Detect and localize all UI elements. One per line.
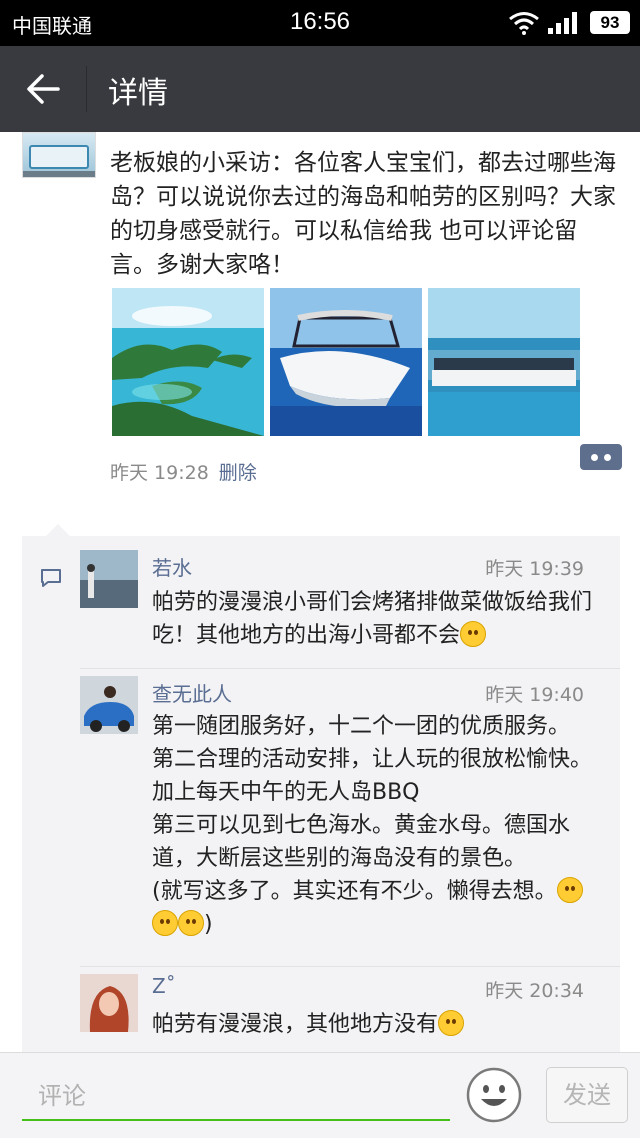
comment-text-content: 帕劳的漫漫浪小哥们会烤猪排做菜做饭给我们吃！其他地方的出海小哥都不会 [152,590,593,648]
post-time: 昨天 19:28 [110,462,209,484]
comment-line: 第二合理的活动安排，让人玩的很放松愉快。加上每天中午的无人岛BBQ [152,747,593,805]
comment-text: 第一随团服务好，十二个一团的优质服务。 第二合理的活动安排，让人玩的很放松愉快。… [152,710,592,941]
emoji-icon [438,1010,465,1036]
more-dot [591,454,598,461]
send-button[interactable]: 发送 [546,1067,628,1123]
poster-avatar[interactable] [22,132,96,178]
signal-icon [548,12,577,34]
post-meta: 昨天 19:28 删除 [110,458,257,485]
comment-line-tail: ) [204,912,213,937]
comment-time: 昨天 20:34 [485,980,584,1002]
comment-input[interactable]: 评论 [22,1071,450,1121]
emoji-icon [460,621,487,647]
emoji-icon [178,910,204,936]
comment-line: (就写这多了。其实还有不少。懒得去想。 [152,879,557,904]
emoji-button-icon[interactable] [466,1067,522,1123]
battery-indicator: 93 [590,11,630,34]
post-photo-boat[interactable] [270,288,422,436]
clock: 16:56 [289,8,351,35]
commenter-name[interactable]: 若水 [152,552,192,581]
comment-separator [80,668,620,669]
comment-text-content: 帕劳有漫漫浪，其他地方没有 [152,1012,439,1037]
comment-text: 帕劳的漫漫浪小哥们会烤猪排做菜做饭给我们吃！其他地方的出海小哥都不会 [152,586,592,652]
back-arrow-icon[interactable] [22,68,64,110]
comment-line: 第三可以见到七色海水。黄金水母。德国水道，大断层这些别的海岛没有的景色。 [152,813,571,871]
page-title: 详情 [108,76,168,111]
comment-line-last: (就写这多了。其实还有不少。懒得去想。) [152,875,592,941]
comment-icon [41,569,61,587]
comments-arrow [46,524,70,536]
wifi-icon [509,12,539,35]
post-text: 老板娘的小采访：各位客人宝宝们，都去过哪些海岛？可以说说你去过的海岛和帕劳的区别… [110,150,616,278]
commenter-avatar[interactable] [80,676,138,734]
comment-input-bar: 评论 发送 [0,1052,640,1138]
comment-separator [80,966,620,967]
commenter-name[interactable]: 查无此人 [152,678,232,707]
comment-time: 昨天 19:39 [485,558,584,580]
more-icon[interactable] [580,444,622,470]
commenter-name[interactable]: Z˚ [152,974,176,998]
avatar-bus-shape [29,145,89,169]
post-photo-islands[interactable] [112,288,264,436]
commenter-avatar[interactable] [80,550,138,608]
title-bar: 详情 [0,46,640,132]
commenter-avatar[interactable] [80,974,138,1032]
comment-time: 昨天 19:40 [485,684,584,706]
comments-panel: 若水 昨天 19:39 帕劳的漫漫浪小哥们会烤猪排做菜做饭给我们吃！其他地方的出… [22,524,620,1056]
emoji-icon [152,910,178,936]
comment-text: 帕劳有漫漫浪，其他地方没有 [152,1008,592,1041]
title-divider [86,66,87,112]
status-bar: 中国联通 16:56 93 [0,0,640,46]
avatar-ground [23,171,95,177]
comment-line: 第一随团服务好，十二个一团的优质服务。 [152,714,571,739]
emoji-icon [556,877,583,903]
more-dot [604,454,611,461]
delete-link[interactable]: 删除 [219,462,257,484]
post-photo-tour-boat[interactable] [428,288,580,436]
